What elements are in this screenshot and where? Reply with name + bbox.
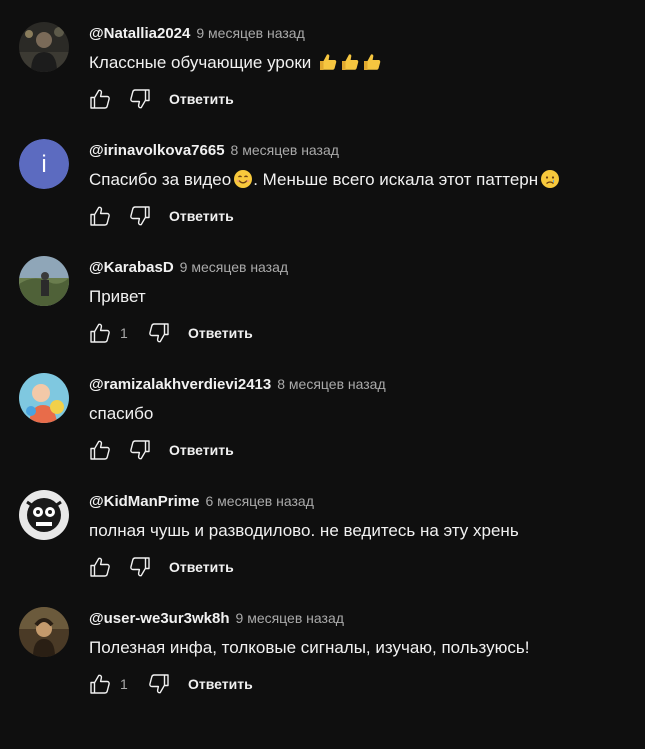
comment-actions: Ответить bbox=[87, 554, 234, 580]
thumb-down-outline-icon bbox=[128, 438, 152, 462]
thumb-up-outline-icon bbox=[88, 438, 112, 462]
thumb-up-outline-icon bbox=[88, 87, 112, 111]
comment-time[interactable]: 9 месяцев назад bbox=[236, 610, 344, 626]
comment-text: Классные обучающие уроки bbox=[89, 52, 382, 74]
comment-header: @irinavolkova7665 8 месяцев назад bbox=[89, 141, 339, 160]
comment-time[interactable]: 8 месяцев назад bbox=[277, 376, 385, 392]
like-button[interactable] bbox=[87, 86, 113, 112]
author-name[interactable]: @user-we3ur3wk8h bbox=[89, 610, 230, 627]
dislike-button[interactable] bbox=[127, 86, 153, 112]
reply-button[interactable]: Ответить bbox=[169, 442, 234, 458]
comment-text-before: Спасибо за видео bbox=[89, 170, 232, 189]
comment-header: @KidManPrime 6 месяцев назад bbox=[89, 492, 314, 511]
comment-actions: 1 Ответить bbox=[87, 671, 253, 697]
comment-text: Привет bbox=[89, 287, 146, 306]
thumb-down-outline-icon bbox=[147, 321, 171, 345]
reply-button[interactable]: Ответить bbox=[169, 208, 234, 224]
thumb-up-outline-icon bbox=[88, 204, 112, 228]
comment-item: i @irinavolkova7665 8 месяцев назад Спаси… bbox=[0, 117, 645, 234]
comment-text: полная чушь и разводилово. не ведитесь н… bbox=[89, 521, 519, 540]
thumbs-up-emoji-icon bbox=[362, 52, 382, 72]
comment-header: @KarabasD 9 месяцев назад bbox=[89, 258, 288, 277]
thumb-up-outline-icon bbox=[88, 672, 112, 696]
comment-time[interactable]: 8 месяцев назад bbox=[231, 142, 339, 158]
comment-text-content: Классные обучающие уроки bbox=[89, 53, 312, 72]
like-count: 1 bbox=[120, 325, 128, 341]
comment-actions: Ответить bbox=[87, 437, 234, 463]
avatar[interactable] bbox=[19, 490, 69, 540]
author-name[interactable]: @KidManPrime bbox=[89, 493, 199, 510]
thumb-down-outline-icon bbox=[128, 204, 152, 228]
dislike-button[interactable] bbox=[127, 203, 153, 229]
author-name[interactable]: @KarabasD bbox=[89, 259, 174, 276]
comment-header: @Natallia2024 9 месяцев назад bbox=[89, 24, 305, 43]
comment-item: @KidManPrime 6 месяцев назад полная чушь … bbox=[0, 468, 645, 585]
comment-time[interactable]: 9 месяцев назад bbox=[180, 259, 288, 275]
avatar[interactable]: i bbox=[19, 139, 69, 189]
like-button[interactable] bbox=[87, 320, 113, 346]
dislike-button[interactable] bbox=[127, 554, 153, 580]
like-button[interactable] bbox=[87, 671, 113, 697]
author-name[interactable]: @ramizalakhverdievi2413 bbox=[89, 376, 271, 393]
reply-button[interactable]: Ответить bbox=[188, 676, 253, 692]
author-name[interactable]: @Natallia2024 bbox=[89, 25, 190, 42]
comment-item: @KarabasD 9 месяцев назад Привет 1 Ответи… bbox=[0, 234, 645, 351]
comment-text: спасибо bbox=[89, 404, 154, 423]
thumb-up-outline-icon bbox=[88, 321, 112, 345]
smiling-face-emoji-icon bbox=[233, 169, 253, 189]
comment-header: @user-we3ur3wk8h 9 месяцев назад bbox=[89, 609, 344, 628]
like-button[interactable] bbox=[87, 203, 113, 229]
comment-actions: Ответить bbox=[87, 203, 234, 229]
comment-text-after: . Меньше всего искала этот паттерн bbox=[253, 170, 539, 189]
reply-button[interactable]: Ответить bbox=[169, 91, 234, 107]
comment-text: Спасибо за видео . Меньше всего искала эт… bbox=[89, 169, 560, 191]
like-button[interactable] bbox=[87, 554, 113, 580]
comment-item: @user-we3ur3wk8h 9 месяцев назад Полезная… bbox=[0, 585, 645, 702]
thumb-up-outline-icon bbox=[88, 555, 112, 579]
comment-time[interactable]: 9 месяцев назад bbox=[196, 25, 304, 41]
comment-item: @ramizalakhverdievi2413 8 месяцев назад с… bbox=[0, 351, 645, 468]
thumb-down-outline-icon bbox=[128, 555, 152, 579]
avatar[interactable] bbox=[19, 22, 69, 72]
avatar-letter: i bbox=[41, 151, 46, 178]
dislike-button[interactable] bbox=[127, 437, 153, 463]
comments-list: @Natallia2024 9 месяцев назад Классные об… bbox=[0, 0, 645, 749]
comment-time[interactable]: 6 месяцев назад bbox=[205, 493, 313, 509]
comment-actions: Ответить bbox=[87, 86, 234, 112]
thumb-down-outline-icon bbox=[128, 87, 152, 111]
dislike-button[interactable] bbox=[146, 320, 172, 346]
avatar[interactable] bbox=[19, 256, 69, 306]
comment-header: @ramizalakhverdievi2413 8 месяцев назад bbox=[89, 375, 386, 394]
comment-item: @Natallia2024 9 месяцев назад Классные об… bbox=[0, 0, 645, 117]
dislike-button[interactable] bbox=[146, 671, 172, 697]
reply-button[interactable]: Ответить bbox=[188, 325, 253, 341]
crying-face-emoji-icon bbox=[540, 169, 560, 189]
comment-actions: 1 Ответить bbox=[87, 320, 253, 346]
like-button[interactable] bbox=[87, 437, 113, 463]
avatar[interactable] bbox=[19, 607, 69, 657]
author-name[interactable]: @irinavolkova7665 bbox=[89, 142, 225, 159]
like-count: 1 bbox=[120, 676, 128, 692]
comment-text: Полезная инфа, толковые сигналы, изучаю,… bbox=[89, 638, 530, 657]
thumbs-up-emoji-icon bbox=[318, 52, 338, 72]
thumbs-up-emoji-icon bbox=[340, 52, 360, 72]
thumb-down-outline-icon bbox=[147, 672, 171, 696]
avatar[interactable] bbox=[19, 373, 69, 423]
reply-button[interactable]: Ответить bbox=[169, 559, 234, 575]
